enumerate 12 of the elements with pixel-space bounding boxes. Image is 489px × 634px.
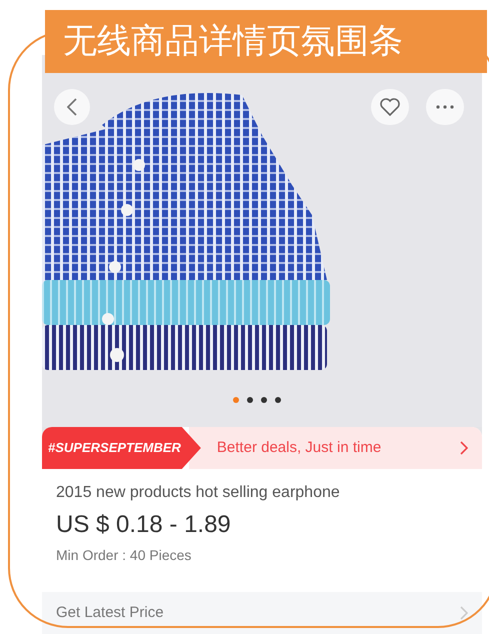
product-title: 2015 new products hot selling earphone bbox=[56, 483, 341, 503]
min-order: Min Order : 40 Pieces bbox=[56, 546, 192, 565]
heart-icon bbox=[380, 98, 400, 116]
promo-tag: #SUPERSEPTEMBER bbox=[42, 427, 201, 469]
promo-text: Better deals, Just in time bbox=[216, 438, 382, 458]
title-banner: 无线商品详情页氛围条 bbox=[45, 10, 487, 73]
chevron-right-icon[interactable] bbox=[460, 441, 468, 455]
price: US $ 0.18 - 1.89 bbox=[56, 511, 232, 539]
get-price-row[interactable]: Get Latest Price bbox=[42, 592, 482, 634]
back-icon bbox=[67, 98, 77, 116]
chevron-right-icon bbox=[460, 606, 468, 620]
more-icon bbox=[436, 105, 454, 109]
